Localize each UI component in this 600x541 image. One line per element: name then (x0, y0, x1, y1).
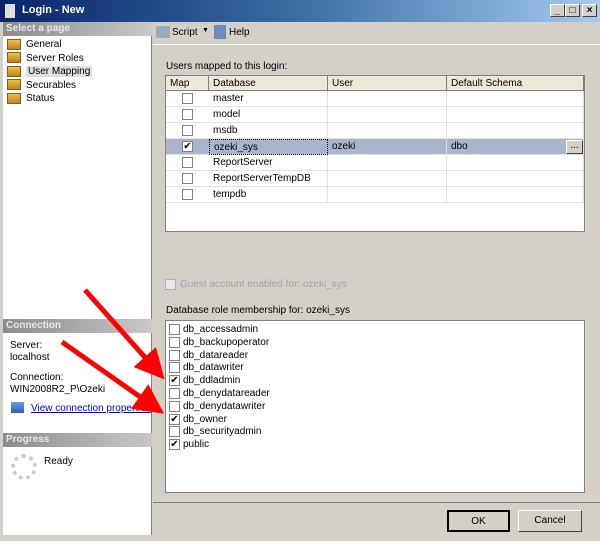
annotation-arrows (60, 288, 165, 414)
arrow-to-db-ddladmin (83, 288, 165, 380)
